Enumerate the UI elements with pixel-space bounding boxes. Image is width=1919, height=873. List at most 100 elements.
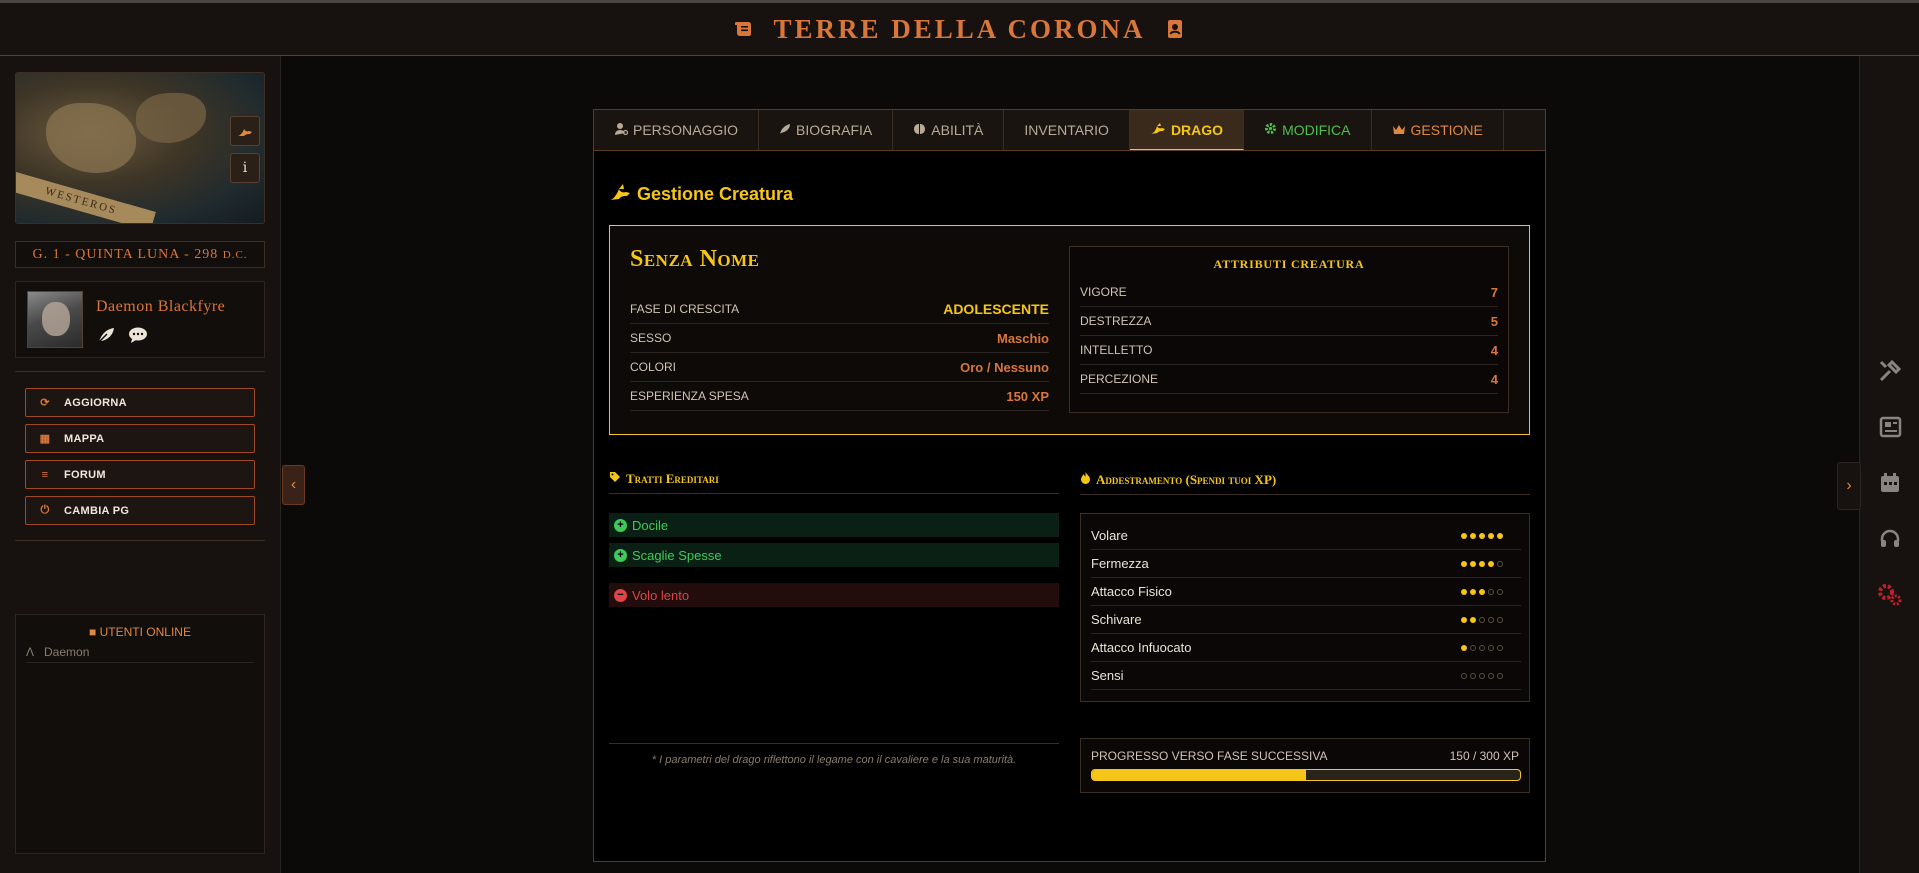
map-thumbnail[interactable]: WESTEROS i [15,72,265,224]
skill-dot [1488,532,1494,539]
skill-dot [1470,644,1476,651]
trait-positive: + Docile [609,513,1059,537]
dragon-icon [1150,122,1166,138]
site-title: TERRE DELLA CORONA [773,13,1146,44]
tab-gestione[interactable]: GESTIONE [1372,110,1504,150]
online-user-row[interactable]: Λ Daemon [26,645,254,663]
avatar[interactable] [27,291,83,348]
skill-row[interactable]: Fermezza [1091,550,1521,578]
info-icon: i [242,160,248,176]
tab-abilita[interactable]: ABILITÀ [893,110,1005,150]
stat-value: Oro / Nessuno [960,359,1049,375]
skill-dot [1470,532,1476,539]
username[interactable]: Daemon Blackfyre [96,298,225,316]
plus-circle-icon: + [614,548,627,562]
map-banner: WESTEROS [16,170,156,223]
stat-row: COLORI Oro / Nessuno [630,353,1049,382]
tab-inventario[interactable]: INVENTARIO [1004,110,1130,150]
tab-label: MODIFICA [1282,122,1351,138]
skill-dot [1461,588,1467,595]
tab-label: GESTIONE [1410,122,1483,138]
skill-dot [1497,532,1503,539]
skill-dot [1470,588,1476,595]
online-users-panel: ■ UTENTI ONLINE Λ Daemon [15,614,265,854]
tools-icon[interactable] [1877,358,1903,384]
character-panel: PERSONAGGIO BIOGRAFIA ABILITÀ INVENTARIO… [593,109,1546,862]
map-button[interactable]: ▦ MAPPA [25,424,255,453]
tab-drago[interactable]: DRAGO [1129,110,1245,150]
skill-level-dots[interactable] [1461,560,1521,567]
refresh-button[interactable]: ⟳ AGGIORNA [25,388,255,417]
left-sidebar: WESTEROS i G. 1 - QUINTA LUNA - 298 D.C.… [0,56,281,873]
skill-level-dots[interactable] [1461,532,1521,539]
skill-name: Attacco Fisico [1091,584,1172,599]
skill-level-dots[interactable] [1461,644,1521,651]
chevron-left-icon: ‹ [290,476,297,493]
gear-icon [1264,122,1277,138]
skill-level-dots[interactable] [1461,616,1521,623]
tab-biografia[interactable]: BIOGRAFIA [759,110,894,150]
skill-dot [1479,672,1485,679]
progress-bar [1091,769,1521,781]
skill-dot [1479,560,1485,567]
skill-dot [1488,588,1494,595]
trait-negative: − Volo lento [609,583,1059,607]
attribute-row: PERCEZIONE 4 [1080,365,1498,394]
tab-label: BIOGRAFIA [796,122,873,138]
footnote: * I parametri del drago riflettono il le… [609,743,1059,766]
feather-icon[interactable] [96,326,116,344]
skill-row[interactable]: Attacco Infuocato [1091,634,1521,662]
gears-icon[interactable] [1877,582,1903,608]
skill-dot [1497,560,1503,567]
forum-button[interactable]: ≡ FORUM [25,460,255,489]
divider [15,540,265,541]
nav-label: AGGIORNA [64,396,127,409]
nav-label: MAPPA [64,432,105,445]
tab-label: PERSONAGGIO [633,122,739,138]
stat-label: FASE DI CRESCITA [630,302,740,316]
headset-icon[interactable] [1877,526,1903,552]
section-heading-text: Gestione Creatura [637,184,794,204]
chat-icon[interactable] [128,326,148,344]
attribute-label: INTELLETTO [1080,343,1153,357]
skill-row[interactable]: Attacco Fisico [1091,578,1521,606]
skill-dot [1488,560,1494,567]
trait-label: Scaglie Spesse [632,547,722,563]
right-toolbar [1859,56,1919,873]
skill-level-dots[interactable] [1461,672,1521,679]
skill-dot [1488,616,1494,623]
online-users-label: UTENTI ONLINE [99,625,191,639]
skill-row[interactable]: Volare [1091,522,1521,550]
scroll-icon [733,18,755,40]
skill-dot [1479,532,1485,539]
user-card: Daemon Blackfyre [15,281,265,358]
dragon-map-button[interactable] [230,116,260,146]
feather-icon [779,122,791,138]
attribute-row: DESTREZZA 5 [1080,307,1498,336]
calendar-icon[interactable] [1877,470,1903,496]
collapse-left-sidebar-button[interactable]: ‹ [282,465,305,505]
book-user-icon [1164,18,1186,40]
skill-dot [1470,616,1476,623]
dragon-icon [609,183,631,206]
growth-progress: PROGRESSO VERSO FASE SUCCESSIVA 150 / 30… [1080,738,1530,793]
skill-row[interactable]: Sensi [1091,662,1521,690]
stat-row: FASE DI CRESCITA ADOLESCENTE [630,295,1049,324]
attribute-value: 4 [1490,342,1498,358]
info-button[interactable]: i [230,153,260,183]
newspaper-icon[interactable] [1877,414,1903,440]
game-date-suffix: D.C. [222,249,248,261]
stat-row: SESSO Maschio [630,324,1049,353]
skill-level-dots[interactable] [1461,588,1521,595]
skill-dot [1479,644,1485,651]
attribute-value: 7 [1490,284,1498,300]
divider [15,371,265,372]
stat-value: ADOLESCENTE [943,301,1049,317]
skill-row[interactable]: Schivare [1091,606,1521,634]
attribute-row: INTELLETTO 4 [1080,336,1498,365]
tab-personaggio[interactable]: PERSONAGGIO [594,110,760,150]
change-character-button[interactable]: ⏻ CAMBIA PG [25,496,255,525]
crown-icon [1392,122,1406,138]
collapse-right-sidebar-button[interactable]: › [1837,462,1861,510]
tab-modifica[interactable]: MODIFICA [1244,110,1372,150]
